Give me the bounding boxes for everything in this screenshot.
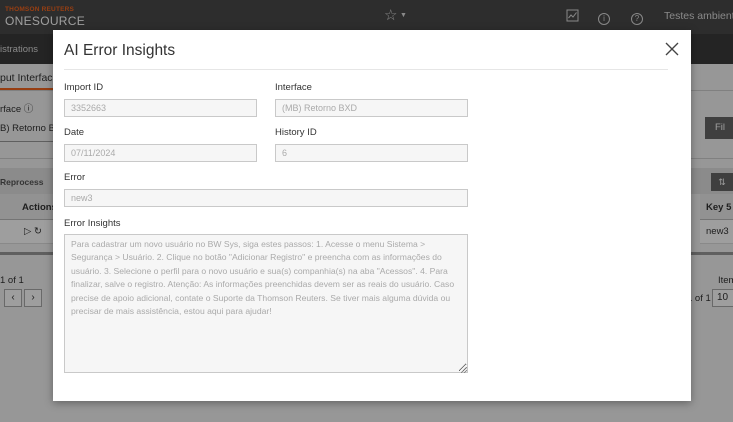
import-id-field[interactable] [64,99,257,117]
error-insights-textarea[interactable]: Para cadastrar um novo usuário no BW Sys… [64,234,468,373]
date-label: Date [64,127,85,138]
interface-field[interactable] [275,99,468,117]
error-insights-label: Error Insights [64,218,121,229]
close-icon[interactable] [663,40,681,58]
date-field[interactable] [64,144,257,162]
error-label: Error [64,172,86,183]
ai-error-insights-dialog: AI Error Insights Import ID Interface Da… [53,30,691,401]
error-field[interactable] [64,189,468,207]
dialog-title: AI Error Insights [64,42,176,59]
import-id-label: Import ID [64,82,104,93]
history-id-label: History ID [275,127,317,138]
history-id-field[interactable] [275,144,468,162]
interface-label: Interface [275,82,312,93]
resize-handle-icon[interactable] [461,367,467,373]
dialog-divider [64,69,668,70]
